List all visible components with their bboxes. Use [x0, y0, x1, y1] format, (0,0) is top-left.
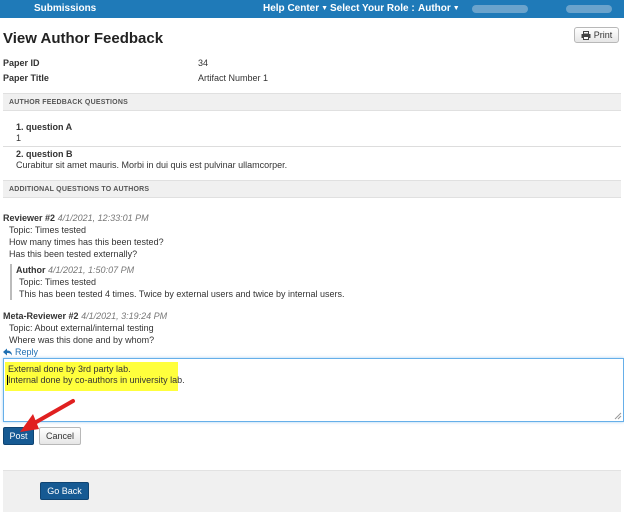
- post-button[interactable]: Post: [3, 427, 34, 445]
- caret-down-icon: ▼: [321, 5, 329, 12]
- comment-line: Has this been tested externally?: [9, 249, 138, 259]
- paper-title-value: Artifact Number 1: [198, 73, 269, 83]
- question-title: 2. question B: [16, 149, 73, 159]
- author-feedback-heading: AUTHOR FEEDBACK QUESTIONS: [3, 93, 621, 111]
- printer-icon: [581, 30, 591, 40]
- reply-author: Author: [16, 265, 46, 275]
- comment-author: Reviewer #2: [3, 213, 56, 223]
- reply-topic: Topic: Times tested: [19, 277, 97, 287]
- nav-help-center-label: Help Center: [263, 3, 320, 14]
- top-nav-bar: Submissions Help Center ▼ Select Your Rol…: [0, 0, 624, 18]
- comment-line: Where was this done and by whom?: [9, 335, 155, 345]
- nav-help-center[interactable]: Help Center ▼: [263, 3, 328, 14]
- post-button-label: Post: [9, 431, 28, 441]
- print-button[interactable]: Print: [574, 27, 619, 43]
- nav-submissions[interactable]: Submissions: [34, 3, 96, 14]
- question-answer: Curabitur sit amet mauris. Morbi in dui …: [16, 160, 288, 170]
- reply-link[interactable]: Reply: [3, 347, 38, 357]
- go-back-button-label: Go Back: [47, 486, 82, 496]
- reply-link-label: Reply: [15, 347, 39, 357]
- paper-title-label: Paper Title: [3, 73, 49, 83]
- footer-bar: [3, 470, 621, 512]
- reply-header: Author 4/1/2021, 1:50:07 PM: [16, 265, 134, 275]
- go-back-button[interactable]: Go Back: [40, 482, 89, 500]
- additional-questions-heading: ADDITIONAL QUESTIONS TO AUTHORS: [3, 180, 621, 198]
- reply-arrow-icon: [3, 348, 12, 356]
- comment-header: Meta-Reviewer #2 4/1/2021, 3:19:24 PM: [3, 311, 167, 321]
- redacted-user-menu: [566, 5, 612, 13]
- role-dropdown-label: Author: [418, 3, 451, 14]
- reply-quote-bar: [10, 264, 12, 300]
- select-role-label: Select Your Role :: [330, 3, 415, 14]
- paper-id-value: 34: [198, 58, 209, 68]
- text-cursor: [7, 375, 8, 385]
- reply-line: This has been tested 4 times. Twice by e…: [19, 289, 345, 299]
- comment-topic: Topic: About external/internal testing: [9, 323, 154, 333]
- reply-timestamp: 4/1/2021, 1:50:07 PM: [48, 265, 135, 275]
- role-dropdown[interactable]: Author ▼: [418, 3, 460, 14]
- comment-author: Meta-Reviewer #2: [3, 311, 79, 321]
- question-answer: 1: [16, 133, 22, 143]
- comment-topic: Topic: Times tested: [9, 225, 87, 235]
- print-button-label: Print: [593, 30, 613, 40]
- comment-timestamp: 4/1/2021, 12:33:01 PM: [57, 213, 149, 223]
- question-title: 1. question A: [16, 122, 73, 132]
- reply-text-line: Internal done by co-authors in universit…: [8, 375, 185, 385]
- reply-text-line: External done by 3rd party lab.: [8, 364, 131, 374]
- comment-timestamp: 4/1/2021, 3:19:24 PM: [81, 311, 168, 321]
- caret-down-icon: ▼: [452, 5, 460, 12]
- page-title: View Author Feedback: [3, 30, 164, 47]
- resize-grip-icon[interactable]: [614, 412, 622, 420]
- paper-id-label: Paper ID: [3, 58, 40, 68]
- comment-header: Reviewer #2 4/1/2021, 12:33:01 PM: [3, 213, 149, 223]
- question-divider: [3, 146, 621, 147]
- cancel-button[interactable]: Cancel: [39, 427, 81, 445]
- comment-line: How many times has this been tested?: [9, 237, 164, 247]
- cancel-button-label: Cancel: [45, 431, 74, 441]
- redacted-user-name: [472, 5, 528, 13]
